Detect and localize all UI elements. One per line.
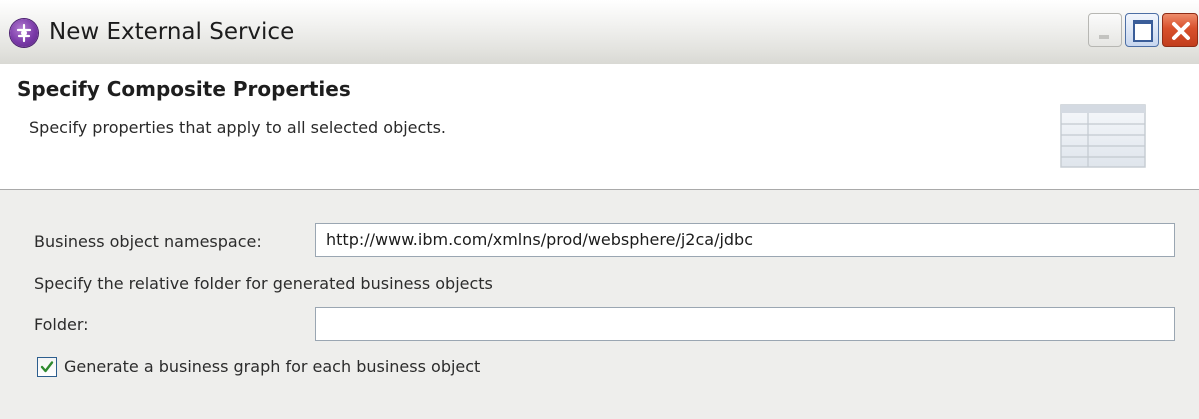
form-body: Business object namespace: http://www.ib… [0,190,1199,419]
external-service-globe-icon [10,19,38,47]
checkmark-icon [40,361,54,373]
folder-label: Folder: [34,315,89,334]
page-title: Specify Composite Properties [17,77,351,101]
business-graph-checkbox[interactable] [37,357,57,377]
business-graph-label[interactable]: Generate a business graph for each busin… [64,357,480,376]
page-description: Specify properties that apply to all sel… [29,118,447,137]
folder-field[interactable] [315,307,1175,341]
table-icon [1060,104,1146,168]
maximize-button[interactable] [1125,13,1159,47]
namespace-label: Business object namespace: [34,232,262,251]
minimize-button[interactable] [1088,13,1122,47]
folder-hint: Specify the relative folder for generate… [34,274,493,293]
wizard-header: Specify Composite Properties Specify pro… [0,64,1199,190]
window-title: New External Service [49,19,295,45]
close-button[interactable] [1162,13,1198,47]
close-icon [1172,22,1190,40]
namespace-field[interactable]: http://www.ibm.com/xmlns/prod/websphere/… [315,223,1175,257]
new-external-service-window: New External Service Specify Composite P… [0,0,1199,419]
title-bar[interactable]: New External Service [0,0,1199,64]
